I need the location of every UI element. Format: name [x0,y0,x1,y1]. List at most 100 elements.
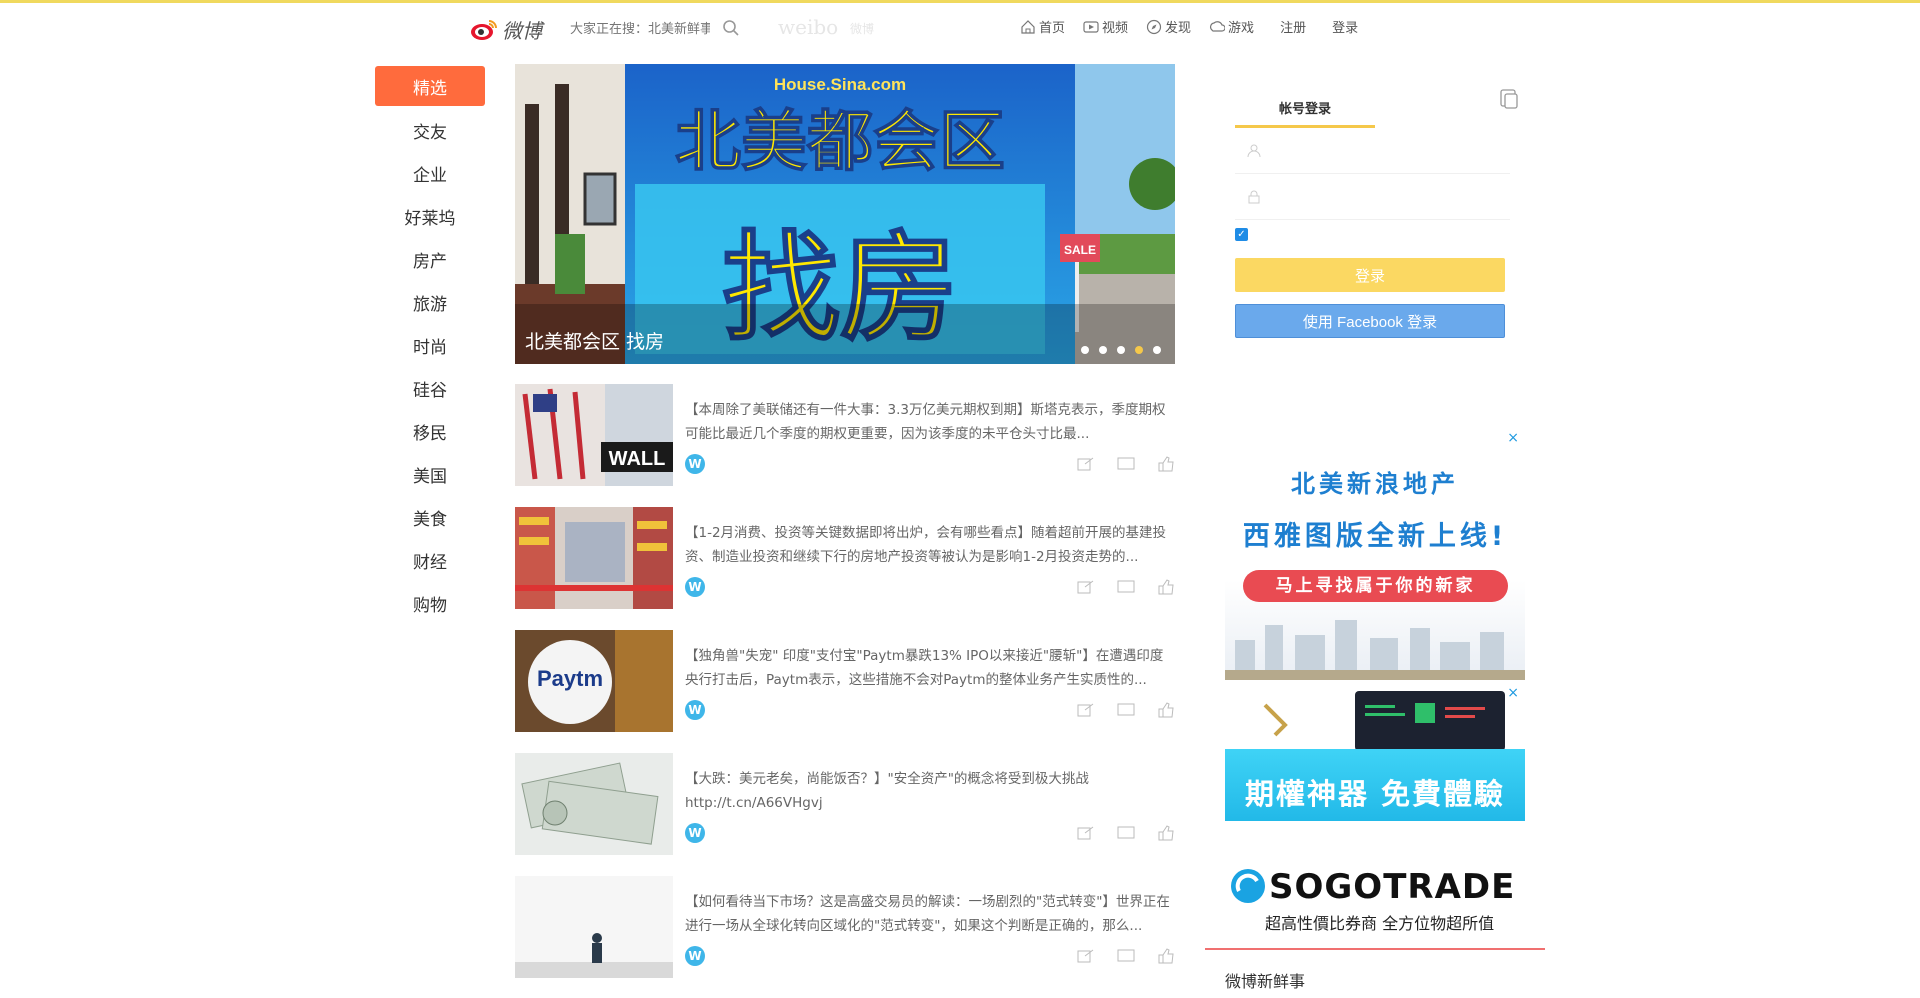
feed-actions [1077,702,1175,718]
ad2-brand: SOGOTRADE [1269,867,1516,907]
nav-home[interactable]: 首页 [1020,17,1065,36]
sidebar-item-siliconvalley[interactable]: 硅谷 [375,367,485,410]
hero-banner[interactable]: House.Sina.com 北美都会区 找房 SALE 北美都会区 找房 [515,64,1175,364]
tab-account-login[interactable]: 帐号登录 [1235,98,1375,128]
weibo-wordmark: weibo [778,15,839,39]
sidebar-item-dating[interactable]: 交友 [375,109,485,152]
ad-close-icon[interactable]: × [1507,430,1519,446]
sidebar-item-fashion[interactable]: 时尚 [375,324,485,367]
feed-text[interactable]: 【独角兽"失宠" 印度"支付宝"Paytm暴跌13% IPO以来接近"腰斩"】在… [685,644,1175,692]
feed-item[interactable]: 【大跌：美元老矣，尚能饭否？】"安全资产"的概念将受到极大挑战 http://t… [515,753,1175,876]
nav-login[interactable]: 登录 [1332,17,1358,36]
username-field[interactable] [1235,128,1510,174]
share-icon[interactable] [1077,825,1095,841]
nav-register-label: 注册 [1280,21,1307,36]
nav-video[interactable]: 视频 [1083,17,1128,36]
sidebar-item-food[interactable]: 美食 [375,496,485,539]
weibo-logo-icon [471,19,497,40]
feed-item[interactable]: WALL 【本周除了美联储还有一件大事：3.3万亿美元期权到期】斯塔克表示，季度… [515,384,1175,507]
banner-dot[interactable] [1153,346,1161,354]
feed-item[interactable]: Paytm 【独角兽"失宠" 印度"支付宝"Paytm暴跌13% IPO以来接近… [515,630,1175,753]
remember-row: ✓ [1235,224,1525,252]
share-icon[interactable] [1077,579,1095,595]
feed-actions [1077,948,1175,964]
video-icon [1083,20,1099,33]
share-icon[interactable] [1077,948,1095,964]
search-icon[interactable] [722,19,740,37]
comment-icon[interactable] [1117,456,1135,472]
like-icon[interactable] [1157,948,1175,964]
feed-thumbnail[interactable] [515,507,673,609]
search-input[interactable] [570,16,710,40]
feed-thumbnail[interactable]: WALL [515,384,673,486]
ad-sina-realestate[interactable]: × 北美新浪地产 西雅图版全新上线! 马上寻找属于你的新家 [1225,430,1525,680]
weibo-badge-icon: W [685,946,705,966]
ad2-headline: 期權神器 免費體驗 [1244,777,1506,811]
user-icon [1247,144,1261,158]
sidebar-item-immigration[interactable]: 移民 [375,410,485,453]
weibo-news-title: 微博新鲜事 [1225,972,1306,991]
nav-game[interactable]: 游戏 [1209,17,1254,36]
password-field[interactable] [1235,174,1510,220]
comment-icon[interactable] [1117,825,1135,841]
like-icon[interactable] [1157,825,1175,841]
game-icon [1210,20,1226,32]
login-button[interactable]: 登录 [1235,258,1505,292]
sidebar-item-finance[interactable]: 财经 [375,539,485,582]
sidebar-item-usa[interactable]: 美国 [375,453,485,496]
feed-text[interactable]: 【大跌：美元老矣，尚能饭否？】"安全资产"的概念将受到极大挑战 http://t… [685,767,1175,815]
feed-text[interactable]: 【1-2月消费、投资等关键数据即将出炉，会有哪些看点】随着超前开展的基建投资、制… [685,521,1175,569]
feed-thumbnail[interactable]: Paytm [515,630,673,732]
banner-dot[interactable] [1081,346,1089,354]
weibo-wordmark-sub: 微博 [850,22,875,36]
feed-text[interactable]: 【如何看待当下市场？这是高盛交易员的解读：一场剧烈的"范式转变"】世界正在进行一… [685,890,1175,938]
banner-dot[interactable] [1099,346,1107,354]
weibo-logo[interactable]: 微博 [470,15,542,44]
sidebar-item-hollywood[interactable]: 好莱坞 [375,195,485,238]
like-icon[interactable] [1157,456,1175,472]
feed-meta: W [685,577,1175,597]
sidebar-item-travel[interactable]: 旅游 [375,281,485,324]
lock-icon [1248,190,1260,204]
feed-item[interactable]: 【如何看待当下市场？这是高盛交易员的解读：一场剧烈的"范式转变"】世界正在进行一… [515,876,1175,998]
ad-sogotrade[interactable]: × 期權神器 免費體驗 SOGOTRADE 超高性價比券商 全方位物超所值 [1225,685,1525,935]
sidebar-item-realestate[interactable]: 房产 [375,238,485,281]
comment-icon[interactable] [1117,948,1135,964]
like-icon[interactable] [1157,579,1175,595]
comment-icon[interactable] [1117,579,1135,595]
banner-headline: 北美都会区 [675,103,1005,180]
feed-meta: W [685,946,1175,966]
feed-text[interactable]: 【本周除了美联储还有一件大事：3.3万亿美元期权到期】斯塔克表示，季度期权可能比… [685,398,1175,446]
ad2-tagline: 超高性價比券商 全方位物超所值 [1265,914,1495,933]
comment-icon[interactable] [1117,702,1135,718]
sidebar-item-business[interactable]: 企业 [375,152,485,195]
nav-discover[interactable]: 发现 [1146,17,1191,36]
logo-text: 微博 [502,19,542,43]
discover-icon [1146,19,1162,34]
feed-thumbnail[interactable] [515,753,673,855]
nav-login-label: 登录 [1332,21,1359,36]
ad1-cta[interactable]: 马上寻找属于你的新家 [1243,570,1508,602]
nav-register[interactable]: 注册 [1280,17,1306,36]
qr-login-icon[interactable] [1499,88,1519,110]
banner-dot-active[interactable] [1135,346,1143,354]
weibo-badge-icon: W [685,823,705,843]
share-icon[interactable] [1077,456,1095,472]
feed-meta: W [685,823,1175,843]
feed-actions [1077,579,1175,595]
sidebar-item-featured[interactable]: 精选 [375,66,485,106]
sidebar-item-shopping[interactable]: 购物 [375,582,485,625]
banner-dot[interactable] [1117,346,1125,354]
weibo-badge-icon: W [685,454,705,474]
category-sidebar: 精选 交友 企业 好莱坞 房产 旅游 时尚 硅谷 移民 美国 美食 财经 购物 [375,66,485,625]
remember-checkbox[interactable]: ✓ [1235,228,1248,241]
home-icon [1021,19,1035,34]
like-icon[interactable] [1157,702,1175,718]
facebook-login-button[interactable]: 使用 Facebook 登录 [1235,304,1505,338]
feed-item[interactable]: 【1-2月消费、投资等关键数据即将出炉，会有哪些看点】随着超前开展的基建投资、制… [515,507,1175,630]
share-icon[interactable] [1077,702,1095,718]
weibo-badge-icon: W [685,700,705,720]
wall-sign-text: WALL [609,448,666,470]
feed-thumbnail[interactable] [515,876,673,978]
ad1-city-image [1225,620,1525,680]
